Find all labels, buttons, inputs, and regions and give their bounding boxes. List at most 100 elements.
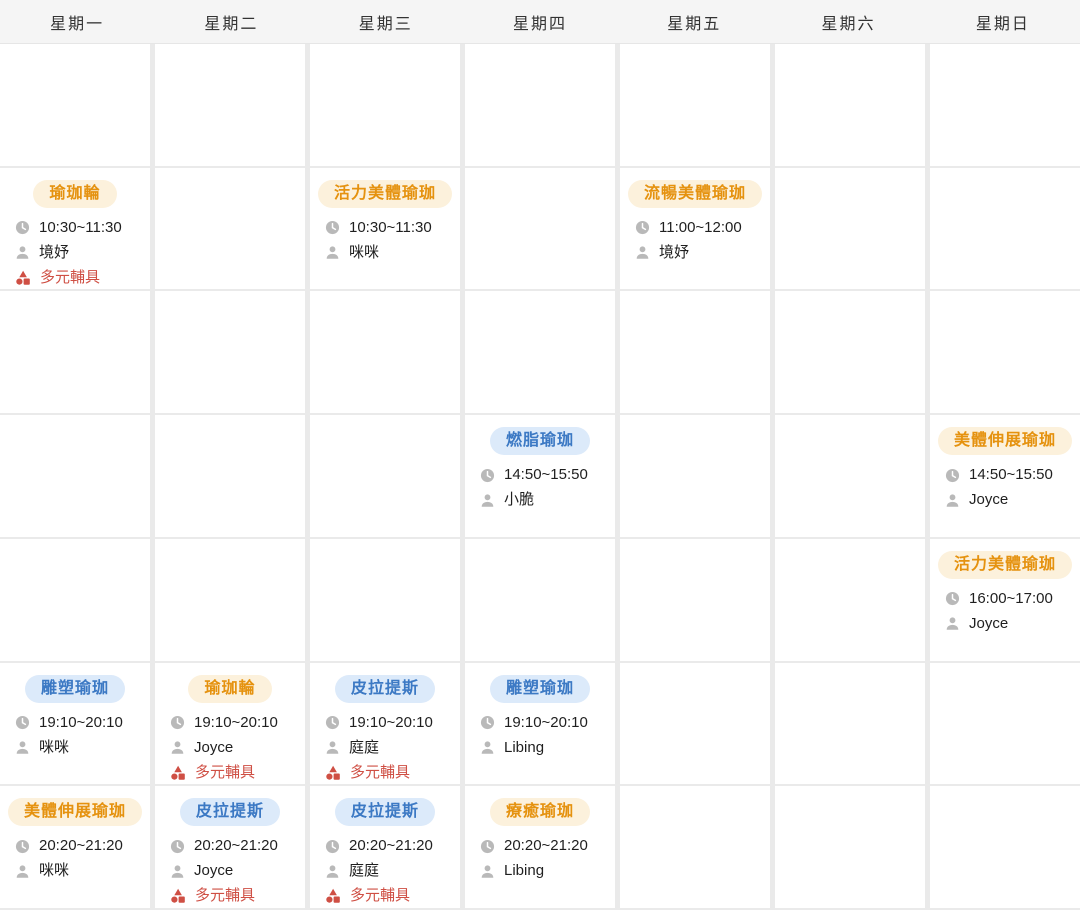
schedule-cell[interactable]: 流暢美體瑜珈11:00~12:00境妤 [620,168,770,290]
schedule-cell [465,44,615,166]
schedule-cell [930,786,1080,908]
class-teacher: 小脆 [504,491,534,509]
class-card[interactable]: 皮拉提斯19:10~20:10庭庭多元輔具 [310,663,460,782]
schedule-cell[interactable]: 活力美體瑜珈16:00~17:00Joyce [930,539,1080,661]
class-card[interactable]: 皮拉提斯 20:20~21:20 Joyce 多元輔具 [155,786,305,905]
schedule-cell[interactable]: 活力美體瑜珈10:30~11:30咪咪 [310,168,460,290]
class-time-row: 14:50~15:50 [480,466,609,484]
schedule-cell [0,44,150,166]
weekday-label: 星期五 [617,0,771,43]
class-name-badge-wrap: 活力美體瑜珈 [930,551,1080,579]
clock-icon [325,220,340,235]
class-name-badge: 美體伸展瑜珈 [938,427,1072,455]
shapes-icon [15,270,31,286]
weekly-class-schedule: 星期一星期二星期三星期四星期五星期六星期日 瑜珈輪10:30~11:30境妤多元… [0,0,1080,910]
class-name-badge-wrap: 療癒瑜珈 [465,798,615,826]
person-icon [945,616,960,631]
class-name-badge-wrap: 雕塑瑜珈 [0,675,150,703]
clock-icon [480,468,495,483]
class-props-label: 多元輔具 [40,269,100,287]
class-teacher: 咪咪 [39,862,69,880]
clock-icon [945,591,960,606]
class-time: 14:50~15:50 [969,466,1053,484]
class-time: 10:30~11:30 [39,219,122,237]
class-name-badge-wrap: 美體伸展瑜珈 [930,427,1080,455]
person-icon [15,864,30,879]
class-name-badge: 皮拉提斯 [180,798,280,826]
shapes-icon [170,765,186,781]
schedule-cell[interactable]: 瑜珈輪19:10~20:10Joyce多元輔具 [155,663,305,785]
class-card[interactable]: 雕塑瑜珈 19:10~20:10 咪咪 [0,663,150,757]
class-teacher-row: 小脆 [480,491,609,509]
class-name-badge: 雕塑瑜珈 [490,675,590,703]
class-teacher-row: Joyce [170,862,299,880]
clock-icon [170,839,185,854]
clock-icon [15,839,30,854]
class-teacher-row: 境妤 [15,244,144,262]
class-card[interactable]: 燃脂瑜珈 14:50~15:50 小脆 [465,415,615,509]
schedule-cell [465,168,615,290]
class-card[interactable]: 皮拉提斯20:20~21:20庭庭多元輔具 [310,786,460,905]
class-teacher-row: 咪咪 [325,244,454,262]
weekday-label: 星期二 [154,0,308,43]
class-card[interactable]: 瑜珈輪10:30~11:30境妤多元輔具 [0,168,150,287]
schedule-cell [620,291,770,413]
class-card[interactable]: 瑜珈輪19:10~20:10Joyce多元輔具 [155,663,305,782]
class-time-row: 20:20~21:20 [325,837,454,855]
class-name-badge: 療癒瑜珈 [490,798,590,826]
class-time-row: 19:10~20:10 [15,714,144,732]
schedule-cell [310,415,460,537]
class-teacher: Joyce [969,491,1008,509]
person-icon [325,864,340,879]
class-teacher-row: 咪咪 [15,739,144,757]
class-name-badge: 活力美體瑜珈 [938,551,1072,579]
schedule-cell[interactable]: 雕塑瑜珈 19:10~20:10 Libing [465,663,615,785]
class-props-label: 多元輔具 [195,764,255,782]
schedule-cell[interactable]: 瑜珈輪10:30~11:30境妤多元輔具 [0,168,150,290]
class-name-badge-wrap: 皮拉提斯 [310,798,460,826]
clock-icon [15,220,30,235]
person-icon [15,740,30,755]
weekday-label: 星期六 [771,0,925,43]
class-name-badge: 燃脂瑜珈 [490,427,590,455]
class-card[interactable]: 流暢美體瑜珈11:00~12:00境妤 [620,168,770,262]
person-icon [945,493,960,508]
class-teacher-row: Libing [480,739,609,757]
class-teacher-row: Libing [480,862,609,880]
class-name-badge-wrap: 皮拉提斯 [310,675,460,703]
schedule-cell[interactable]: 皮拉提斯19:10~20:10庭庭多元輔具 [310,663,460,785]
class-card[interactable]: 雕塑瑜珈 19:10~20:10 Libing [465,663,615,757]
class-card[interactable]: 美體伸展瑜珈 14:50~15:50 Joyce [930,415,1080,509]
schedule-grid: 瑜珈輪10:30~11:30境妤多元輔具活力美體瑜珈10:30~11:30咪咪流… [0,44,1080,910]
class-props-row: 多元輔具 [15,269,144,287]
schedule-cell [310,44,460,166]
schedule-cell [0,291,150,413]
class-time-row: 20:20~21:20 [15,837,144,855]
person-icon [325,245,340,260]
schedule-cell [930,168,1080,290]
schedule-cell[interactable]: 皮拉提斯20:20~21:20庭庭多元輔具 [310,786,460,908]
class-time-row: 20:20~21:20 [170,837,299,855]
schedule-cell [310,539,460,661]
class-card[interactable]: 療癒瑜珈20:20~21:20Libing [465,786,615,880]
schedule-cell [930,663,1080,785]
schedule-cell[interactable]: 燃脂瑜珈 14:50~15:50 小脆 [465,415,615,537]
schedule-cell [775,415,925,537]
class-card[interactable]: 美體伸展瑜珈20:20~21:20咪咪 [0,786,150,880]
class-time-row: 10:30~11:30 [15,219,144,237]
shapes-icon [325,888,341,904]
schedule-cell[interactable]: 療癒瑜珈20:20~21:20Libing [465,786,615,908]
class-time-row: 10:30~11:30 [325,219,454,237]
schedule-cell[interactable]: 皮拉提斯 20:20~21:20 Joyce 多元輔具 [155,786,305,908]
class-card[interactable]: 活力美體瑜珈10:30~11:30咪咪 [310,168,460,262]
class-teacher: 咪咪 [349,244,379,262]
class-name-badge: 雕塑瑜珈 [25,675,125,703]
class-time: 19:10~20:10 [504,714,588,732]
class-props-label: 多元輔具 [195,887,255,905]
schedule-cell [930,44,1080,166]
class-card[interactable]: 活力美體瑜珈16:00~17:00Joyce [930,539,1080,633]
schedule-cell[interactable]: 雕塑瑜珈 19:10~20:10 咪咪 [0,663,150,785]
schedule-cell [465,291,615,413]
schedule-cell[interactable]: 美體伸展瑜珈 14:50~15:50 Joyce [930,415,1080,537]
schedule-cell[interactable]: 美體伸展瑜珈20:20~21:20咪咪 [0,786,150,908]
